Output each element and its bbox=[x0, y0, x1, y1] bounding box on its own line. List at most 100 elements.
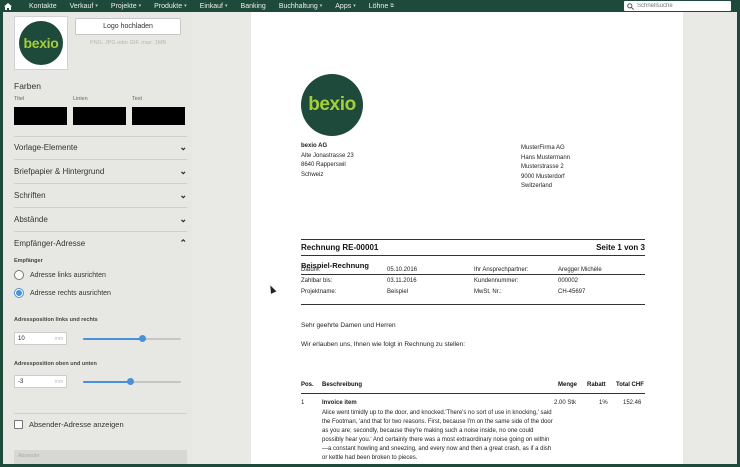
pos-lr-slider[interactable] bbox=[83, 335, 181, 342]
row-pos: 1 bbox=[301, 400, 305, 406]
upload-logo-button[interactable]: Logo hochladen bbox=[75, 18, 181, 35]
chevron-down-icon: ⌄ bbox=[179, 165, 187, 176]
chevron-down-icon: ⌄ bbox=[179, 141, 187, 152]
nav-projekte[interactable]: Projekte ▾ bbox=[111, 3, 141, 10]
nav-einkauf[interactable]: Einkauf ▾ bbox=[200, 3, 228, 10]
chevron-down-icon: ▾ bbox=[225, 3, 228, 9]
quick-search[interactable] bbox=[624, 1, 731, 11]
divider bbox=[301, 304, 645, 305]
radio-label: Adresse links ausrichten bbox=[30, 271, 106, 279]
meta-left-labels: Datum: Zahlbar bis: Projektname: bbox=[301, 265, 336, 298]
pos-tb-slider[interactable] bbox=[83, 378, 181, 385]
meta-label: Ihr Ansprechpartner: bbox=[474, 267, 529, 273]
salutation: Sehr geehrte Damen und Herren bbox=[301, 322, 396, 329]
slider-fill bbox=[83, 338, 142, 340]
recipient-company: MusterFirma AG bbox=[521, 145, 565, 151]
nav-banking[interactable]: Banking bbox=[241, 3, 266, 10]
recipient-street: Musterstrasse 2 bbox=[521, 164, 564, 170]
divider bbox=[14, 183, 187, 184]
row-total: 152.46 bbox=[623, 400, 642, 406]
pos-lr-value: 10 bbox=[18, 335, 25, 342]
logo-preview: bexio bbox=[14, 16, 68, 70]
logo: bexio bbox=[19, 21, 63, 65]
column-header-pos: Pos. bbox=[301, 382, 314, 388]
pos-lr-input[interactable]: 10 mm bbox=[14, 332, 67, 345]
color-label-text: Text bbox=[132, 96, 143, 102]
meta-left-values: 05.10.2016 03.11.2016 Beispiel bbox=[387, 265, 417, 298]
row-disc: 1% bbox=[599, 400, 608, 406]
template-settings-sidebar: bexio Logo hochladen PNG, JPG oder GIF, … bbox=[3, 12, 192, 464]
pos-tb-value: -3 bbox=[18, 378, 24, 385]
divider bbox=[14, 231, 187, 232]
accordion-empfaenger-adresse[interactable]: Empfänger-Adresse ⌃ bbox=[14, 236, 187, 250]
accordion-label: Abstände bbox=[14, 214, 48, 224]
chevron-up-icon: ⌃ bbox=[179, 237, 187, 248]
recipient-country: Switzerland bbox=[521, 183, 553, 189]
column-header-total: Total CHF bbox=[616, 382, 644, 388]
pos-tb-input[interactable]: -3 mm bbox=[14, 375, 67, 388]
slider-thumb[interactable] bbox=[138, 335, 146, 342]
meta-label: Datum: bbox=[301, 267, 321, 273]
meta-value: Beispiel bbox=[387, 289, 409, 295]
radio-address-left[interactable]: Adresse links ausrichten bbox=[14, 270, 106, 280]
document-title: Rechnung RE-00001 bbox=[301, 243, 379, 252]
checkbox[interactable] bbox=[14, 420, 23, 429]
nav-verkauf[interactable]: Verkauf ▾ bbox=[70, 3, 98, 10]
color-swatch-lines[interactable] bbox=[73, 107, 126, 125]
radio-button[interactable] bbox=[14, 270, 24, 280]
pos-lr-label: Adressposition links und rechts bbox=[14, 317, 98, 323]
divider bbox=[14, 413, 187, 414]
accordion-vorlage-elemente[interactable]: Vorlage-Elemente ⌄ bbox=[14, 140, 187, 154]
radio-button[interactable] bbox=[14, 288, 24, 298]
nav-apps[interactable]: Apps ▾ bbox=[335, 3, 355, 10]
meta-value: Aregger Michèle bbox=[558, 267, 602, 273]
color-swatch-text[interactable] bbox=[132, 107, 185, 125]
sender-address-field: Ab­sender bbox=[14, 450, 187, 464]
colors-section-title: Farben bbox=[14, 81, 41, 91]
accordion-label: Briefpapier & Hintergrund bbox=[14, 166, 105, 176]
search-input[interactable] bbox=[637, 3, 727, 9]
recipient-sub-label: Empfänger bbox=[14, 258, 43, 264]
accordion-schriften[interactable]: Schriften ⌄ bbox=[14, 188, 187, 202]
chevron-down-icon: ⌄ bbox=[179, 213, 187, 224]
column-header-disc: Rabatt bbox=[587, 382, 606, 388]
color-label-title: Titel bbox=[14, 96, 25, 102]
meta-right-values: Aregger Michèle 000002 CH-45697 bbox=[558, 265, 602, 298]
chevron-down-icon: ⌄ bbox=[179, 189, 187, 200]
chevron-down-icon: ▾ bbox=[138, 3, 142, 9]
nav-produkte[interactable]: Produkte ▾ bbox=[154, 3, 187, 10]
nav-buchhaltung[interactable]: Buchhaltung ▾ bbox=[279, 3, 322, 10]
pos-tb-label: Adressposition oben und unten bbox=[14, 361, 97, 367]
nav-loehne[interactable]: Löhne ⧉ bbox=[369, 3, 394, 10]
divider bbox=[14, 207, 187, 208]
upload-hint: PNG, JPG oder GIF, max. 1MB bbox=[89, 40, 167, 46]
unit-label: mm bbox=[54, 335, 63, 342]
divider bbox=[301, 255, 645, 256]
color-swatch-title[interactable] bbox=[14, 107, 67, 125]
recipient-person: Hans Mustermann bbox=[521, 154, 571, 161]
nav-kontakte[interactable]: Kontakte bbox=[29, 3, 57, 10]
accordion-briefpapier[interactable]: Briefpapier & Hintergrund ⌄ bbox=[14, 164, 187, 178]
intro-text: Wir erlauben uns, Ihnen wie folgt in Rec… bbox=[301, 341, 466, 348]
sender-street: Alte Jonastrasse 23 bbox=[301, 152, 354, 159]
invoice-preview: bexio bexio AG Alte Jonastrasse 23 8640 … bbox=[251, 12, 683, 464]
logo-text: bexio bbox=[23, 35, 59, 51]
divider bbox=[14, 159, 187, 160]
checkbox-label: Absender-Adresse anzeigen bbox=[29, 420, 124, 429]
external-link-icon: ⧉ bbox=[390, 3, 394, 9]
sender-address-toggle[interactable]: Absender-Adresse anzeigen bbox=[14, 420, 124, 429]
color-label-lines: Linien bbox=[73, 96, 88, 102]
accordion-abstaende[interactable]: Abstände ⌄ bbox=[14, 212, 187, 226]
slider-fill bbox=[83, 381, 131, 383]
row-description: Alice went timidly up to the door, and k… bbox=[322, 410, 553, 461]
radio-address-right[interactable]: Adresse rechts ausrichten bbox=[14, 288, 111, 298]
meta-value: 000002 bbox=[558, 278, 579, 284]
document-logo: bexio bbox=[301, 74, 363, 136]
accordion-label: Vorlage-Elemente bbox=[14, 142, 78, 152]
meta-right-labels: Ihr Ansprechpartner: Kundennummer: MwSt.… bbox=[474, 265, 528, 298]
slider-thumb[interactable] bbox=[127, 378, 135, 385]
sender-name: bexio AG bbox=[301, 143, 328, 149]
home-icon[interactable] bbox=[0, 0, 16, 12]
sender-country: Schweiz bbox=[301, 171, 324, 178]
meta-label: Kundennummer: bbox=[474, 278, 519, 284]
